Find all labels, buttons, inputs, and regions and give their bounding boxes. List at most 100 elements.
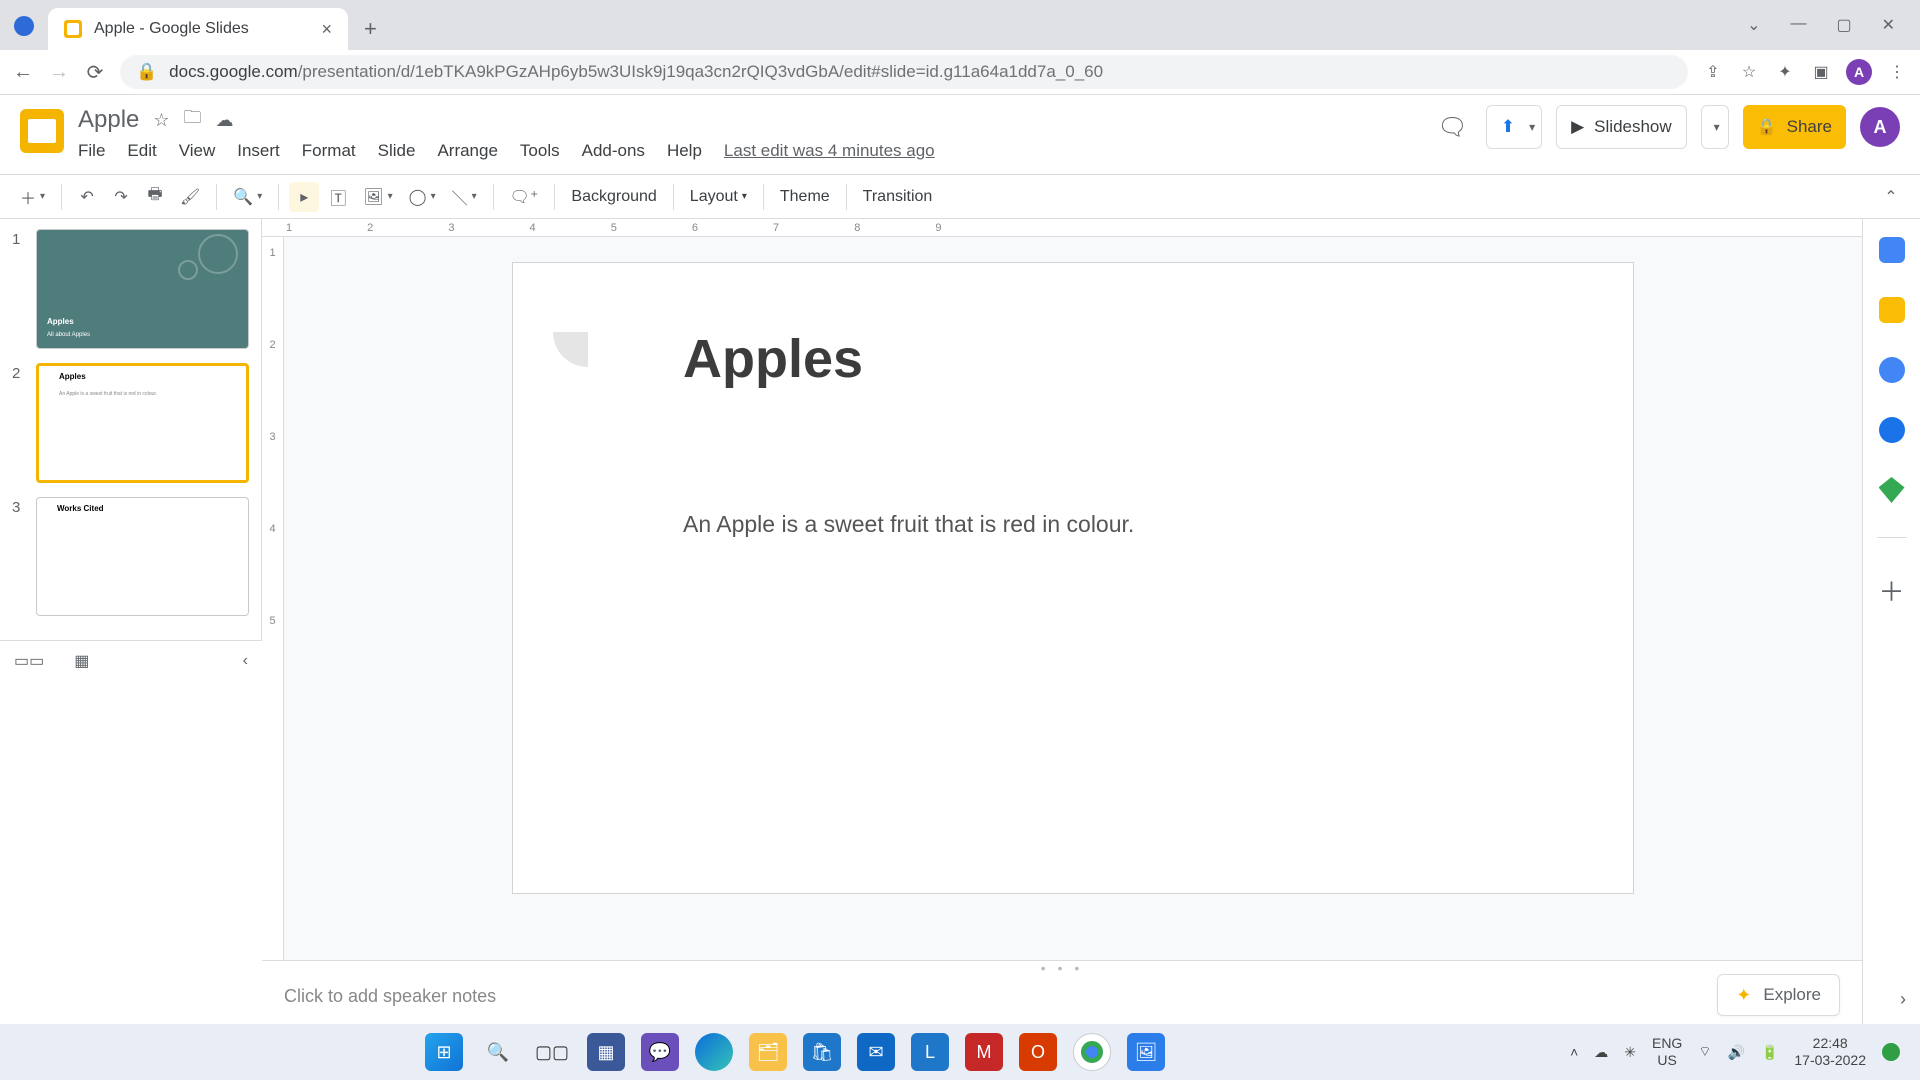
transition-button[interactable]: Transition (857, 182, 939, 212)
slide-body-text[interactable]: An Apple is a sweet fruit that is red in… (683, 511, 1134, 538)
widgets-icon[interactable]: ▦ (587, 1033, 625, 1071)
thumbnail-1[interactable]: 1ApplesAll about Apples (12, 229, 249, 349)
print-button[interactable]: 🖶 (140, 182, 170, 212)
menu-view[interactable]: View (179, 141, 216, 161)
new-tab-button[interactable]: + (348, 16, 393, 50)
cloud-status-icon[interactable]: ☁ (216, 110, 234, 131)
menu-help[interactable]: Help (667, 141, 702, 161)
comments-icon[interactable]: 🗨 (1437, 113, 1467, 142)
tray-app-icon[interactable]: ✳ (1624, 1044, 1636, 1061)
mcafee-icon[interactable]: M (965, 1033, 1003, 1071)
thumbnail-2[interactable]: 2ApplesAn Apple is a sweet fruit that is… (12, 363, 249, 483)
keep-icon[interactable] (1879, 297, 1905, 323)
taskbar-search-icon[interactable]: 🔍 (479, 1033, 517, 1071)
explore-button[interactable]: ✦ Explore (1717, 974, 1840, 1016)
notifications-icon[interactable] (1882, 1043, 1900, 1061)
menu-edit[interactable]: Edit (127, 141, 156, 161)
back-button[interactable]: ← (12, 61, 34, 83)
chrome-avatar[interactable]: A (1846, 59, 1872, 85)
chat-icon[interactable]: 💬 (641, 1033, 679, 1071)
mail-icon[interactable]: ✉ (857, 1033, 895, 1071)
share-page-icon[interactable]: ⇪ (1702, 61, 1724, 83)
share-button[interactable]: 🔒 Share (1743, 105, 1846, 149)
tray-overflow-icon[interactable]: ˄ (1570, 1044, 1578, 1060)
chrome-profile-dot[interactable] (14, 16, 34, 36)
sidepanel-icon[interactable]: ▣ (1810, 61, 1832, 83)
thumbnail-preview[interactable]: ApplesAn Apple is a sweet fruit that is … (36, 363, 249, 483)
hide-sidepanel-icon[interactable]: › (1900, 989, 1906, 1010)
extensions-icon[interactable]: ✦ (1774, 61, 1796, 83)
background-button[interactable]: Background (565, 182, 662, 212)
window-close-icon[interactable]: ✕ (1882, 15, 1895, 35)
app-l-icon[interactable]: L (911, 1033, 949, 1071)
slides-logo-icon[interactable] (20, 109, 64, 153)
photos-icon[interactable]: 🖼 (1127, 1033, 1165, 1071)
slide-title[interactable]: Apples (683, 328, 863, 390)
account-avatar[interactable]: A (1860, 107, 1900, 147)
last-edit-link[interactable]: Last edit was 4 minutes ago (724, 141, 935, 161)
line-tool[interactable]: ＼▾ (446, 182, 483, 212)
move-icon[interactable]: 🗀 (184, 105, 202, 135)
address-bar[interactable]: 🔒 docs.google.com/presentation/d/1ebTKA9… (120, 55, 1688, 89)
get-addons-icon[interactable]: ＋ (1879, 572, 1905, 598)
window-minimize-icon[interactable]: — (1790, 15, 1806, 35)
tab-close-icon[interactable]: × (321, 19, 332, 40)
collapse-filmstrip-icon[interactable]: ‹ (243, 652, 248, 670)
volume-icon[interactable]: 🔊 (1728, 1044, 1745, 1061)
slide-canvas[interactable]: Apples An Apple is a sweet fruit that is… (513, 263, 1633, 893)
shape-tool[interactable]: ◯▾ (403, 182, 442, 212)
ms-store-icon[interactable]: 🛍 (803, 1033, 841, 1071)
start-button[interactable]: ⊞ (425, 1033, 463, 1071)
present-upload-button[interactable]: ⬆ ▾ (1486, 105, 1542, 149)
theme-button[interactable]: Theme (774, 182, 836, 212)
bookmark-icon[interactable]: ☆ (1738, 61, 1760, 83)
calendar-icon[interactable] (1879, 237, 1905, 263)
window-maximize-icon[interactable]: ▢ (1836, 15, 1851, 35)
zoom-button[interactable]: 🔍▾ (227, 182, 268, 212)
redo-button[interactable]: ↷ (106, 182, 136, 212)
document-title[interactable]: Apple (78, 106, 139, 134)
slideshow-dropdown[interactable]: ▾ (1701, 105, 1729, 149)
image-tool[interactable]: 🖼▾ (357, 182, 398, 212)
menu-format[interactable]: Format (302, 141, 356, 161)
new-slide-button[interactable]: ＋▾ (14, 182, 51, 212)
menu-file[interactable]: File (78, 141, 105, 161)
office-icon[interactable]: O (1019, 1033, 1057, 1071)
language-indicator[interactable]: ENGUS (1652, 1035, 1682, 1069)
maps-icon[interactable] (1879, 477, 1905, 503)
clock[interactable]: 22:4817-03-2022 (1794, 1035, 1866, 1069)
grid-view-icon[interactable]: ▦ (74, 651, 89, 671)
comment-tool[interactable]: 🗨⁺ (504, 182, 545, 212)
layout-button[interactable]: Layout▾ (684, 182, 753, 212)
filmstrip-view-icon[interactable]: ▭▭ (14, 651, 44, 671)
thumbnail-preview[interactable]: Works Cited (36, 497, 249, 617)
thumbnail-3[interactable]: 3Works Cited (12, 497, 249, 617)
file-explorer-icon[interactable]: 🗂 (749, 1033, 787, 1071)
tab-overflow-icon[interactable]: ⌄ (1747, 15, 1760, 35)
menu-addons[interactable]: Add-ons (582, 141, 645, 161)
collapse-toolbar-icon[interactable]: ⌃ (1876, 182, 1906, 212)
menu-insert[interactable]: Insert (237, 141, 280, 161)
chrome-icon[interactable] (1073, 1033, 1111, 1071)
menu-arrange[interactable]: Arrange (437, 141, 497, 161)
star-icon[interactable]: ☆ (153, 110, 169, 131)
speaker-notes[interactable]: Click to add speaker notes (262, 974, 1862, 1024)
menu-tools[interactable]: Tools (520, 141, 560, 161)
contacts-icon[interactable] (1879, 417, 1905, 443)
edge-icon[interactable] (695, 1033, 733, 1071)
task-view-icon[interactable]: ▢▢ (533, 1033, 571, 1071)
menu-slide[interactable]: Slide (378, 141, 416, 161)
reload-button[interactable]: ⟳ (84, 61, 106, 83)
tasks-icon[interactable] (1879, 357, 1905, 383)
paint-format-button[interactable]: 🖌 (174, 182, 206, 212)
select-tool[interactable]: ▸ (289, 182, 319, 212)
notes-drag-handle[interactable]: • • • (262, 960, 1862, 974)
onedrive-icon[interactable]: ☁ (1594, 1044, 1608, 1061)
browser-tab[interactable]: Apple - Google Slides × (48, 8, 348, 50)
textbox-tool[interactable]: 🅃 (323, 182, 353, 212)
thumbnail-preview[interactable]: ApplesAll about Apples (36, 229, 249, 349)
undo-button[interactable]: ↶ (72, 182, 102, 212)
slideshow-button[interactable]: ▶ Slideshow (1556, 105, 1687, 149)
battery-icon[interactable]: 🔋 (1761, 1044, 1778, 1061)
wifi-icon[interactable]: ⌔ (1698, 1043, 1711, 1061)
